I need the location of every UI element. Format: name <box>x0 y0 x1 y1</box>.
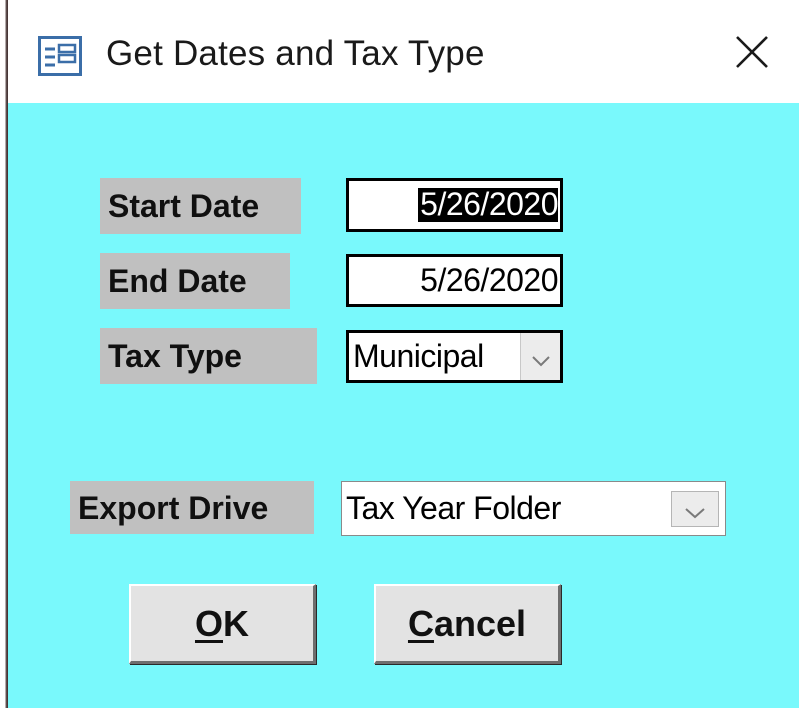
export-drive-label: Export Drive <box>70 481 314 534</box>
background-window-edge <box>0 0 8 708</box>
dialog-window: Get Dates and Tax Type Start Date 5/26/2… <box>8 0 799 708</box>
start-date-label: Start Date <box>100 178 301 234</box>
end-date-value: 5/26/2020 <box>420 262 558 298</box>
chevron-down-icon <box>684 490 706 527</box>
end-date-input[interactable]: 5/26/2020 <box>346 254 563 307</box>
end-date-label: End Date <box>100 253 290 309</box>
ok-button[interactable]: OK <box>129 584 316 664</box>
export-drive-dropdown-button[interactable] <box>671 490 719 527</box>
close-icon <box>735 35 769 74</box>
title-bar[interactable]: Get Dates and Tax Type <box>8 0 799 103</box>
window-title: Get Dates and Tax Type <box>106 34 485 73</box>
tax-type-value: Municipal <box>353 338 484 374</box>
tax-type-label: Tax Type <box>100 328 317 384</box>
export-drive-select[interactable]: Tax Year Folder <box>341 481 726 536</box>
cancel-accelerator: C <box>407 602 434 644</box>
dialog-body: Start Date 5/26/2020 End Date 5/26/2020 … <box>8 103 799 708</box>
cancel-button[interactable]: Cancel <box>374 584 561 664</box>
start-date-input[interactable]: 5/26/2020 <box>346 178 563 232</box>
cancel-label: ancel <box>433 602 527 644</box>
ok-label: K <box>223 602 249 644</box>
form-icon <box>38 36 82 76</box>
ok-accelerator: O <box>194 602 223 644</box>
tax-type-dropdown-button[interactable] <box>520 333 560 380</box>
close-button[interactable] <box>720 22 784 86</box>
export-drive-value: Tax Year Folder <box>346 490 561 526</box>
start-date-value: 5/26/2020 <box>418 186 558 223</box>
chevron-down-icon <box>531 338 551 375</box>
tax-type-select[interactable]: Municipal <box>346 330 563 383</box>
